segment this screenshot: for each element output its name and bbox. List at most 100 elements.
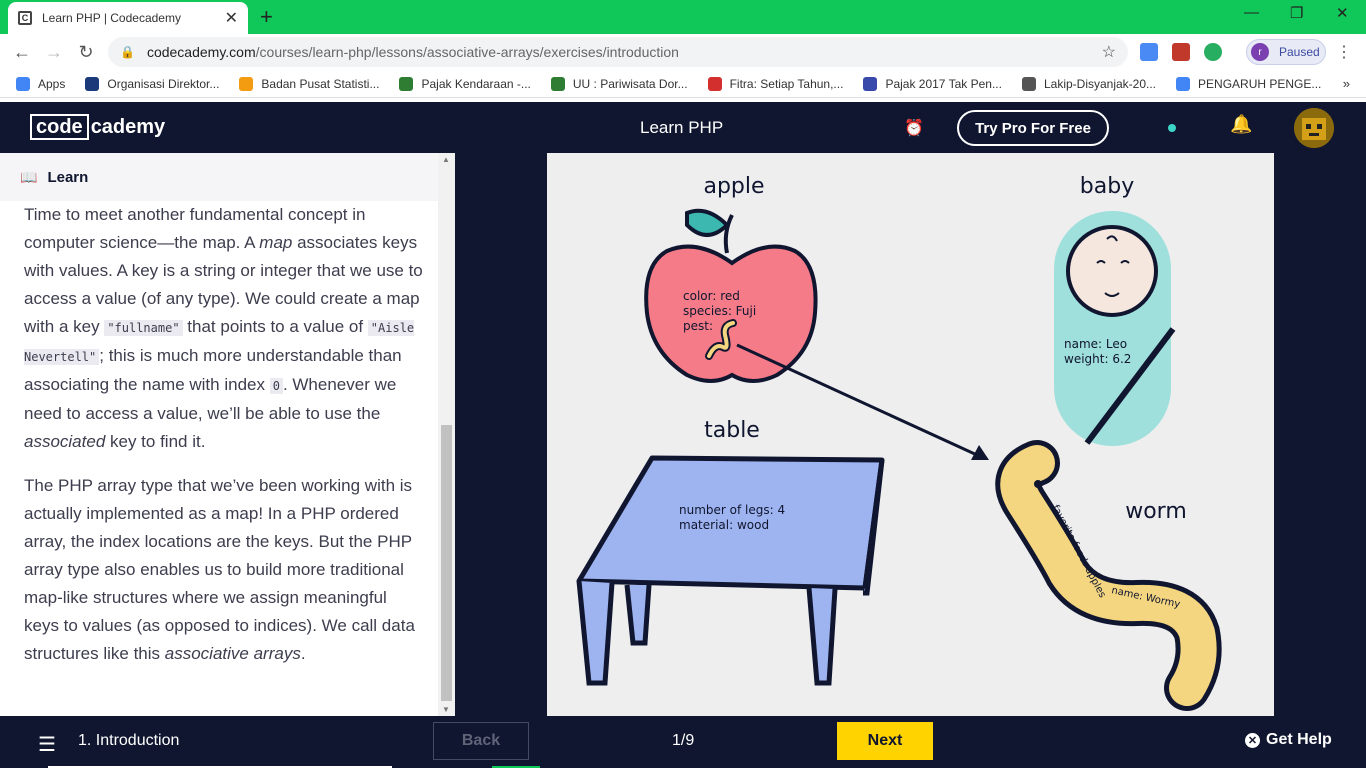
associative-array-diagram: apple color: red species: Fuji pest: bab… (547, 153, 1274, 716)
bookmark-label: Badan Pusat Statisti... (261, 76, 380, 91)
bookmark-favicon-icon (399, 76, 414, 91)
book-icon: 📖 (20, 168, 38, 185)
status-dot (1168, 124, 1176, 132)
bookmark-label: Fitra: Setiap Tahun,... (729, 76, 844, 91)
worm-title: worm (1125, 499, 1187, 524)
p1-em-map: map (259, 233, 293, 252)
url-path: /courses/learn-php/lessons/associative-a… (255, 44, 679, 60)
table-illustration (576, 455, 885, 686)
apple-prop-pest: pest: (683, 319, 713, 333)
translate-extension-icon[interactable] (1140, 43, 1158, 61)
browser-toolbar: ← → ↻ 🔒 codecademy.com/courses/learn-php… (0, 34, 1366, 70)
p1-code-zero: 0 (269, 378, 283, 394)
close-window-icon[interactable]: ✕ (1336, 4, 1349, 22)
bookmark-item[interactable]: Pajak Kendaraan -... (399, 76, 531, 91)
new-tab-icon[interactable]: + (260, 4, 273, 30)
profile-avatar: r (1251, 43, 1269, 61)
bookmark-label: Organisasi Direktor... (107, 76, 220, 91)
bookmark-favicon-icon (550, 76, 565, 91)
p1-text-k: key to find it. (105, 432, 206, 451)
bookmark-item[interactable]: Apps (16, 76, 65, 91)
next-button[interactable]: Next (837, 722, 933, 760)
workspace-pane: apple color: red species: Fuji pest: bab… (455, 153, 1366, 716)
course-title: Learn PHP (640, 118, 724, 137)
browser-menu-icon[interactable]: ⋮ (1336, 42, 1352, 62)
baby-prop-name: name: Leo (1064, 337, 1127, 351)
address-bar[interactable]: 🔒 codecademy.com/courses/learn-php/lesso… (108, 37, 1128, 67)
scrollbar-thumb[interactable] (441, 425, 452, 701)
user-avatar[interactable] (1294, 108, 1334, 148)
bookmark-item[interactable]: Pajak 2017 Tak Pen... (863, 76, 1002, 91)
p1-code-fullname: "fullname" (104, 320, 183, 336)
hamburger-menu-icon[interactable]: ☰ (38, 732, 56, 757)
p1-em-associated: associated (24, 432, 106, 451)
profile-status: Paused (1279, 45, 1320, 59)
bookmark-label: Pajak 2017 Tak Pen... (885, 76, 1002, 91)
browser-tab[interactable]: C Learn PHP | Codecademy ✕ (8, 2, 248, 34)
bookmark-favicon-icon (16, 76, 30, 91)
apple-prop-color: color: red (683, 289, 740, 303)
codecademy-header: code cademy Learn PHP ⏰ Try Pro For Free … (0, 102, 1366, 153)
learn-label: Learn (47, 168, 89, 186)
forward-arrow-icon[interactable]: → (38, 42, 70, 63)
bookmark-item[interactable]: Badan Pusat Statisti... (239, 76, 380, 91)
paragraph-1: Time to meet another fundamental concept… (24, 201, 424, 456)
bookmark-label: UU : Pariwisata Dor... (572, 76, 688, 91)
worm-illustration (995, 440, 1222, 711)
pdf-extension-icon[interactable] (1172, 43, 1190, 61)
apple-title: apple (703, 174, 764, 199)
alarm-clock-icon[interactable]: ⏰ (904, 118, 924, 138)
table-prop-legs: number of legs: 4 (679, 503, 785, 517)
learn-header: 📖 Learn (0, 153, 438, 201)
bookmark-favicon-icon (85, 76, 100, 91)
scroll-up-icon[interactable]: ▲ (442, 155, 450, 164)
baby-title: baby (1080, 174, 1134, 199)
restore-icon[interactable]: ❐ (1290, 4, 1303, 22)
get-help-button[interactable]: ✕ Get Help (1245, 731, 1332, 749)
table-prop-material: material: wood (679, 518, 769, 532)
back-arrow-icon[interactable]: ← (6, 42, 38, 63)
bookmark-item[interactable]: UU : Pariwisata Dor... (550, 76, 688, 91)
bookmark-favicon-icon (1176, 76, 1191, 91)
browser-tab-strip: C Learn PHP | Codecademy ✕ + — ❐ ✕ (0, 0, 1366, 34)
url-domain: codecademy.com (146, 44, 256, 60)
learn-scrollbar[interactable]: ▲ ▼ (438, 153, 455, 716)
try-pro-button[interactable]: Try Pro For Free (957, 110, 1109, 146)
get-help-label: Get Help (1266, 731, 1332, 748)
notification-bell-icon[interactable]: 🔔 (1230, 114, 1252, 135)
lock-icon: 🔒 (120, 45, 135, 59)
logo-code-part: code (30, 114, 89, 140)
codecademy-logo[interactable]: code cademy (30, 114, 165, 140)
apple-prop-species: species: Fuji (683, 304, 756, 318)
lesson-footer: ☰ 1. Introduction Back 1/9 Next ✕ Get He… (0, 716, 1366, 768)
bookmark-favicon-icon (239, 76, 254, 91)
exercise-progress: 1/9 (672, 732, 695, 749)
bookmark-star-icon[interactable]: ☆ (1102, 42, 1116, 62)
close-tab-icon[interactable]: ✕ (225, 8, 238, 28)
bookmark-item[interactable]: Lakip-Disyanjak-20... (1021, 76, 1157, 91)
bookmark-favicon-icon (707, 76, 722, 91)
bookmark-item[interactable]: PENGARUH PENGE... (1176, 76, 1321, 91)
pest-reference-arrow (736, 343, 989, 460)
table-title: table (704, 418, 760, 443)
scroll-down-icon[interactable]: ▼ (442, 705, 450, 714)
minimize-icon[interactable]: — (1244, 4, 1259, 21)
more-bookmarks-icon[interactable]: » (1343, 76, 1350, 91)
bookmark-label: Lakip-Disyanjak-20... (1043, 76, 1157, 91)
back-button[interactable]: Back (433, 722, 529, 760)
bookmark-label: Pajak Kendaraan -... (421, 76, 531, 91)
bookmark-favicon-icon (1021, 76, 1036, 91)
reload-icon[interactable]: ↻ (70, 42, 102, 63)
learn-panel: 📖 Learn Time to meet another fundamental… (0, 153, 455, 716)
bookmark-item[interactable]: Organisasi Direktor... (85, 76, 220, 91)
help-icon: ✕ (1245, 732, 1260, 748)
bookmark-item[interactable]: Fitra: Setiap Tahun,... (707, 76, 844, 91)
lesson-content: Time to meet another fundamental concept… (24, 201, 424, 684)
globe-extension-icon[interactable] (1204, 43, 1222, 61)
bookmark-favicon-icon (863, 76, 878, 91)
p2-em-associative-arrays: associative arrays (164, 644, 301, 663)
codecademy-favicon-icon: C (18, 11, 32, 25)
profile-button[interactable]: r Paused (1246, 39, 1326, 65)
lesson-name[interactable]: 1. Introduction (78, 732, 179, 750)
tab-title: Learn PHP | Codecademy (42, 11, 181, 25)
